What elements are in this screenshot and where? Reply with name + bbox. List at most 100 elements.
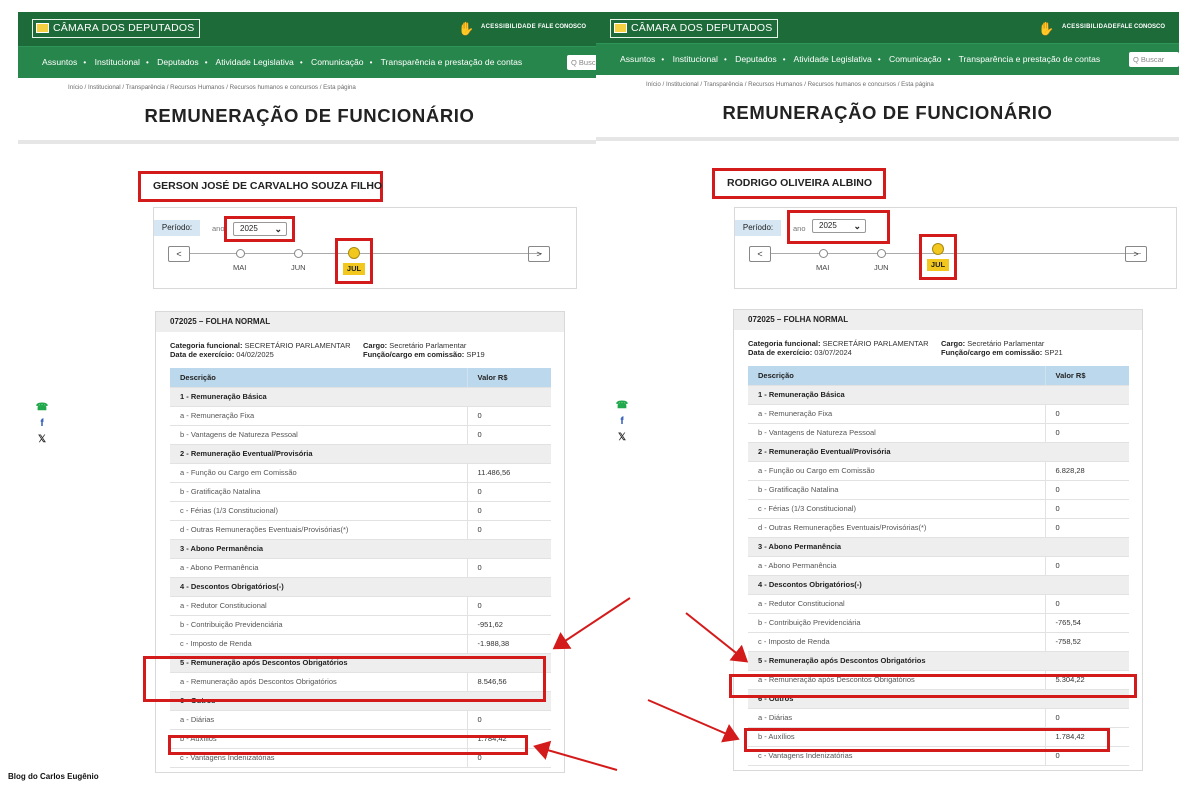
accessibility-link[interactable]: ACESSIBILIDADE — [481, 24, 536, 30]
year-select[interactable]: 2025 ⌄ — [812, 219, 866, 233]
prev-month-button[interactable]: < — [749, 246, 771, 262]
month-label-jun[interactable]: JUN — [291, 263, 306, 272]
data-exercicio-value: 04/02/2025 — [236, 350, 274, 359]
prev-month-button[interactable]: < — [168, 246, 190, 262]
table-row: a - Redutor Constitucional 0 — [170, 596, 551, 616]
table-row: b - Vantagens de Natureza Pessoal 0 — [748, 423, 1129, 443]
table-row: c - Férias (1/3 Constitucional) 0 — [748, 499, 1129, 519]
table-row: b - Contribuição Previdenciária -951,62 — [170, 615, 551, 635]
payroll-table: Descrição Valor R$ 1 - Remuneração Básica… — [170, 368, 551, 768]
x-icon[interactable]: 𝕏 — [34, 432, 50, 448]
table-section: 4 - Descontos Obrigatórios(-) — [748, 575, 1129, 595]
divider — [596, 137, 1179, 141]
breadcrumb[interactable]: Início / Institucional / Transparência /… — [68, 84, 601, 94]
table-row: b - Auxílios 1.784,42 — [170, 729, 551, 749]
sheet-title: 072025 – FOLHA NORMAL — [156, 312, 564, 332]
next-month-button[interactable]: > — [1125, 246, 1147, 262]
chevron-down-icon: ⌄ — [853, 221, 861, 231]
col-header-value: Valor R$ — [1044, 366, 1129, 386]
table-row: a - Abono Permanência 0 — [170, 558, 551, 578]
table-row: c - Vantagens Indenizatórias 0 — [170, 748, 551, 768]
table-section: 1 - Remuneração Básica — [170, 387, 551, 407]
year-label: ano — [793, 224, 806, 233]
top-bar: CÂMARA DOS DEPUTADOS ✋ ACESSIBILIDADE FA… — [18, 12, 601, 46]
period-label: Período: — [154, 220, 200, 236]
accessibility-icon[interactable]: ✋ — [458, 21, 474, 37]
table-section: 3 - Abono Permanência — [748, 537, 1129, 557]
month-dot-mai[interactable] — [236, 249, 245, 258]
funcao-value: SP19 — [466, 350, 485, 359]
table-row: a - Remuneração Fixa 0 — [170, 406, 551, 426]
table-row: a - Remuneração após Descontos Obrigatór… — [748, 670, 1129, 690]
month-label-jul: JUL — [927, 259, 949, 271]
main-nav: Assuntos • Institucional • Deputados • Ativ… — [18, 46, 601, 78]
employee-meta: Categoria funcional: SECRETÁRIO PARLAMEN… — [170, 341, 485, 359]
table-section: 2 - Remuneração Eventual/Provisória — [170, 444, 551, 464]
contact-link[interactable]: FALE CONOSCO — [538, 24, 586, 30]
table-row: a - Diárias 0 — [748, 708, 1129, 728]
nav-comunicacao[interactable]: Comunicação — [311, 57, 364, 67]
table-row: a - Função ou Cargo em Comissão 11.486,56 — [170, 463, 551, 483]
facebook-icon[interactable]: f — [34, 416, 50, 432]
month-label-mai[interactable]: MAI — [816, 263, 829, 272]
page-title: REMUNERAÇÃO DE FUNCIONÁRIO — [144, 105, 475, 126]
year-label: ano — [212, 224, 225, 233]
month-jul-active[interactable]: JUL — [335, 238, 373, 284]
payroll-sheet: 072025 – FOLHA NORMAL Categoria funciona… — [155, 311, 565, 773]
table-row: c - Vantagens Indenizatórias 0 — [748, 746, 1129, 766]
share-bar: ☎ f 𝕏 — [614, 398, 630, 446]
search-input[interactable]: Q Buscar — [1129, 52, 1179, 67]
camara-logo[interactable]: CÂMARA DOS DEPUTADOS — [32, 19, 200, 38]
contact-link[interactable]: FALE CONOSCO — [1117, 24, 1165, 30]
nav-assuntos[interactable]: Assuntos — [620, 54, 655, 64]
year-select[interactable]: 2025 ⌄ — [233, 222, 287, 236]
month-dot-mai[interactable] — [819, 249, 828, 258]
month-label-mai[interactable]: MAI — [233, 263, 246, 272]
main-nav: Assuntos • Institucional • Deputados • Ativ… — [596, 43, 1179, 75]
month-label-jun[interactable]: JUN — [874, 263, 889, 272]
x-icon[interactable]: 𝕏 — [614, 430, 630, 446]
camara-logo[interactable]: CÂMARA DOS DEPUTADOS — [610, 19, 778, 38]
flag-icon — [614, 23, 627, 33]
facebook-icon[interactable]: f — [614, 414, 630, 430]
nav-transparencia[interactable]: Transparência e prestação de contas — [381, 57, 523, 67]
nav-deputados[interactable]: Deputados — [735, 54, 777, 64]
payroll-sheet: 072025 – FOLHA NORMAL Categoria funciona… — [733, 309, 1143, 771]
funcao-value: SP21 — [1044, 348, 1063, 357]
breadcrumb[interactable]: Início / Institucional / Transparência /… — [646, 81, 1179, 91]
top-bar: CÂMARA DOS DEPUTADOS ✋ ACESSIBILIDADE FA… — [596, 12, 1179, 43]
month-jul-active[interactable]: JUL — [919, 234, 957, 280]
table-row: b - Contribuição Previdenciária -765,54 — [748, 613, 1129, 633]
year-highlight: 2025 ⌄ — [224, 216, 295, 242]
nav-atividade[interactable]: Atividade Legislativa — [793, 54, 871, 64]
table-section: 1 - Remuneração Básica — [748, 385, 1129, 405]
nav-institucional[interactable]: Institucional — [673, 54, 718, 64]
table-row: a - Remuneração após Descontos Obrigatór… — [170, 672, 551, 692]
sheet-title: 072025 – FOLHA NORMAL — [734, 310, 1142, 330]
employee-meta: Categoria funcional: SECRETÁRIO PARLAMEN… — [748, 339, 1063, 357]
divider — [18, 140, 601, 144]
nav-institucional[interactable]: Institucional — [95, 57, 140, 67]
col-header-value: Valor R$ — [466, 368, 551, 388]
table-row: a - Redutor Constitucional 0 — [748, 594, 1129, 614]
nav-deputados[interactable]: Deputados — [157, 57, 199, 67]
table-section: 5 - Remuneração após Descontos Obrigatór… — [170, 653, 551, 673]
whatsapp-icon[interactable]: ☎ — [34, 400, 50, 416]
nav-transparencia[interactable]: Transparência e prestação de contas — [959, 54, 1101, 64]
flag-icon — [36, 23, 49, 33]
month-dot-jun[interactable] — [294, 249, 303, 258]
table-row: c - Férias (1/3 Constitucional) 0 — [170, 501, 551, 521]
accessibility-link[interactable]: ACESSIBILIDADE — [1062, 24, 1117, 30]
nav-assuntos[interactable]: Assuntos — [42, 57, 77, 67]
table-section: 5 - Remuneração após Descontos Obrigatór… — [748, 651, 1129, 671]
nav-comunicacao[interactable]: Comunicação — [889, 54, 942, 64]
data-exercicio-value: 03/07/2024 — [814, 348, 852, 357]
accessibility-icon[interactable]: ✋ — [1038, 21, 1054, 37]
table-row: c - Imposto de Renda -1.988,38 — [170, 634, 551, 654]
month-dot-jun[interactable] — [877, 249, 886, 258]
nav-atividade[interactable]: Atividade Legislativa — [215, 57, 293, 67]
share-bar: ☎ f 𝕏 — [34, 400, 50, 448]
next-month-button[interactable]: > — [528, 246, 550, 262]
table-section: 4 - Descontos Obrigatórios(-) — [170, 577, 551, 597]
whatsapp-icon[interactable]: ☎ — [614, 398, 630, 414]
